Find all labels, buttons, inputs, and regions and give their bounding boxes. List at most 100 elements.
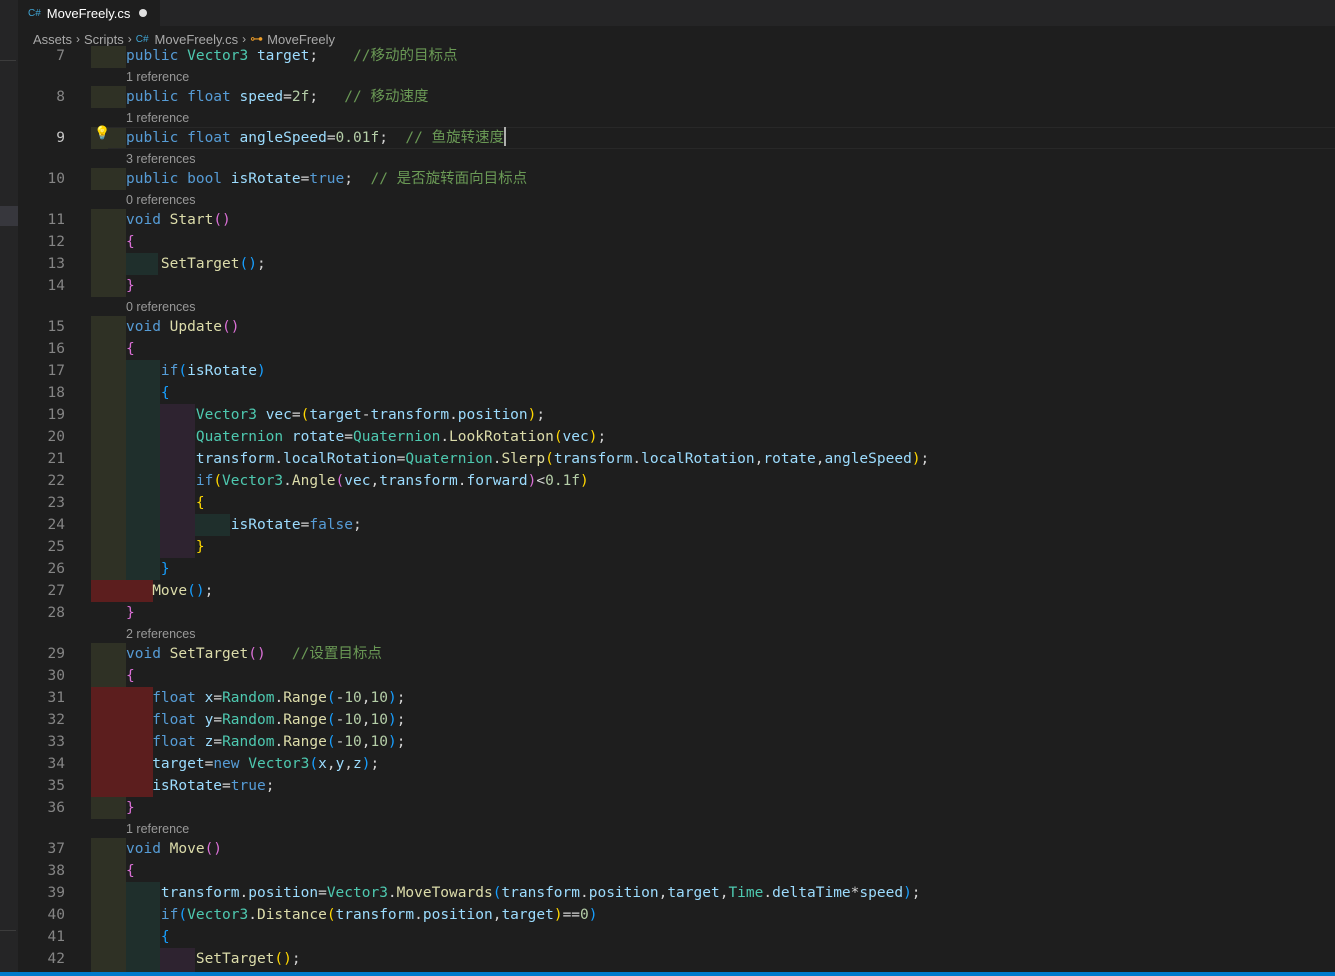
code-line: 19 Vector3 vec=(target-transform.positio… [18, 404, 1335, 426]
tab-label: MoveFreely.cs [46, 5, 131, 21]
line-number: 14 [47, 278, 65, 294]
code-text[interactable]: float z=Random.Range(-10,10); [126, 731, 405, 753]
code-text[interactable]: float x=Random.Range(-10,10); [126, 687, 405, 709]
code-text[interactable]: { [126, 382, 170, 404]
code-line: 38 { [18, 860, 1335, 882]
code-text[interactable]: if(isRotate) [126, 360, 266, 382]
code-editor[interactable]: 1 reference 1 reference 3 references 0 refe… [18, 46, 1335, 976]
line-number: 15 [47, 319, 65, 335]
code-text[interactable]: { [126, 231, 135, 253]
code-line: 36} [18, 797, 1335, 819]
breadcrumb-scripts[interactable]: Scripts [84, 32, 124, 47]
line-number: 27 [47, 583, 65, 599]
code-text[interactable]: isRotate=true; [126, 775, 274, 797]
code-line: 40 if(Vector3.Distance(transform.positio… [18, 904, 1335, 926]
code-text[interactable]: void SetTarget() //设置目标点 [126, 643, 382, 665]
code-text[interactable]: } [126, 558, 170, 580]
code-text[interactable]: void Move() [126, 838, 222, 860]
code-line: 16 { [18, 338, 1335, 360]
code-line: 9 💡 public float angleSpeed=0.01f; // 鱼旋转速… [18, 126, 1335, 149]
breadcrumb-class[interactable]: MoveFreely [267, 32, 335, 47]
line-number: 9 [56, 130, 65, 146]
code-line: 7 public Vector3 target; //移动的目标点 [18, 46, 1335, 67]
codelens-references[interactable]: 1 reference [126, 820, 189, 839]
code-line: 18 { [18, 382, 1335, 404]
code-text[interactable]: Quaternion rotate=Quaternion.LookRotatio… [126, 426, 606, 448]
code-text[interactable]: { [126, 665, 135, 687]
codelens-references[interactable]: 1 reference [126, 68, 189, 87]
code-line: 28} [18, 602, 1335, 624]
code-line: 31 float x=Random.Range(-10,10); [18, 687, 1335, 709]
code-text[interactable]: transform.position=Vector3.MoveTowards(t… [126, 882, 921, 904]
codelens-references[interactable]: 3 references [126, 150, 195, 169]
tab-movefreely[interactable]: C# MoveFreely.cs [18, 0, 160, 26]
line-number: 11 [47, 212, 65, 228]
code-text[interactable]: public bool isRotate=true; // 是否旋转面向目标点 [126, 168, 527, 190]
code-text[interactable]: SetTarget(); [126, 948, 301, 970]
activity-divider [0, 930, 16, 931]
line-number: 38 [47, 863, 65, 879]
code-text[interactable]: { [126, 860, 135, 882]
line-number: 37 [47, 841, 65, 857]
code-text[interactable]: transform.localRotation=Quaternion.Slerp… [126, 448, 929, 470]
code-line: 41 { [18, 926, 1335, 948]
text-cursor [504, 127, 507, 146]
codelens-references[interactable]: 1 reference [126, 109, 189, 128]
code-text[interactable]: void Update() [126, 316, 240, 338]
line-number: 12 [47, 234, 65, 250]
code-text[interactable]: public Vector3 target; //移动的目标点 [126, 46, 457, 67]
lightbulb-icon[interactable]: 💡 [94, 126, 110, 141]
code-text[interactable]: target=new Vector3(x,y,z); [126, 753, 379, 775]
code-text[interactable]: Move(); [126, 580, 213, 602]
code-text[interactable]: public float speed=2f; // 移动速度 [126, 86, 428, 108]
activity-indicator [0, 206, 18, 226]
activity-divider [0, 60, 16, 61]
line-number: 31 [47, 690, 65, 706]
line-number: 25 [47, 539, 65, 555]
code-text[interactable]: } [126, 602, 135, 624]
code-text[interactable]: Vector3 vec=(target-transform.position); [126, 404, 545, 426]
line-number: 26 [47, 561, 65, 577]
code-text[interactable]: float y=Random.Range(-10,10); [126, 709, 405, 731]
line-number: 41 [47, 929, 65, 945]
code-line: 21 transform.localRotation=Quaternion.Sl… [18, 448, 1335, 470]
code-line: 10 public bool isRotate=true; // 是否旋转面向目标… [18, 168, 1335, 190]
code-text[interactable]: isRotate=false; [126, 514, 362, 536]
code-line: 42 SetTarget(); [18, 948, 1335, 970]
code-text[interactable]: { [126, 926, 170, 948]
chevron-right-icon: › [127, 32, 132, 46]
unsaved-dot-icon[interactable] [139, 9, 148, 17]
activity-bar [0, 0, 18, 976]
code-text[interactable]: { [126, 492, 205, 514]
code-line: 26 } [18, 558, 1335, 580]
chevron-right-icon: › [76, 32, 81, 46]
code-text[interactable]: SetTarget(); [126, 253, 266, 275]
code-text[interactable]: void Start() [126, 209, 231, 231]
code-text[interactable]: } [126, 275, 135, 297]
code-line: 23 { [18, 492, 1335, 514]
line-number: 40 [47, 907, 65, 923]
code-text[interactable]: if(Vector3.Distance(transform.position,t… [126, 904, 598, 926]
code-line: 37 void Move() [18, 838, 1335, 860]
chevron-right-icon: › [242, 32, 247, 46]
breadcrumb-assets[interactable]: Assets [33, 32, 72, 47]
line-number: 33 [47, 734, 65, 750]
codelens-references[interactable]: 2 references [126, 625, 195, 644]
csharp-file-icon: C# [135, 33, 149, 45]
line-number: 21 [47, 451, 65, 467]
code-line: 22 if(Vector3.Angle(vec,transform.forwar… [18, 470, 1335, 492]
breadcrumb-file[interactable]: MoveFreely.cs [155, 32, 239, 47]
code-line: 25 } [18, 536, 1335, 558]
line-number: 36 [47, 800, 65, 816]
code-line: 15 void Update() [18, 316, 1335, 338]
code-text[interactable]: } [126, 797, 135, 819]
codelens-references[interactable]: 0 references [126, 191, 195, 210]
code-line: 29 void SetTarget() //设置目标点 [18, 643, 1335, 665]
codelens-references[interactable]: 0 references [126, 298, 195, 317]
code-text[interactable]: { [126, 338, 135, 360]
line-number: 35 [47, 778, 65, 794]
code-line: 12 { [18, 231, 1335, 253]
code-text[interactable]: public float angleSpeed=0.01f; // 鱼旋转速度 [126, 127, 507, 149]
code-text[interactable]: if(Vector3.Angle(vec,transform.forward)<… [126, 470, 589, 492]
code-text[interactable]: } [126, 536, 205, 558]
